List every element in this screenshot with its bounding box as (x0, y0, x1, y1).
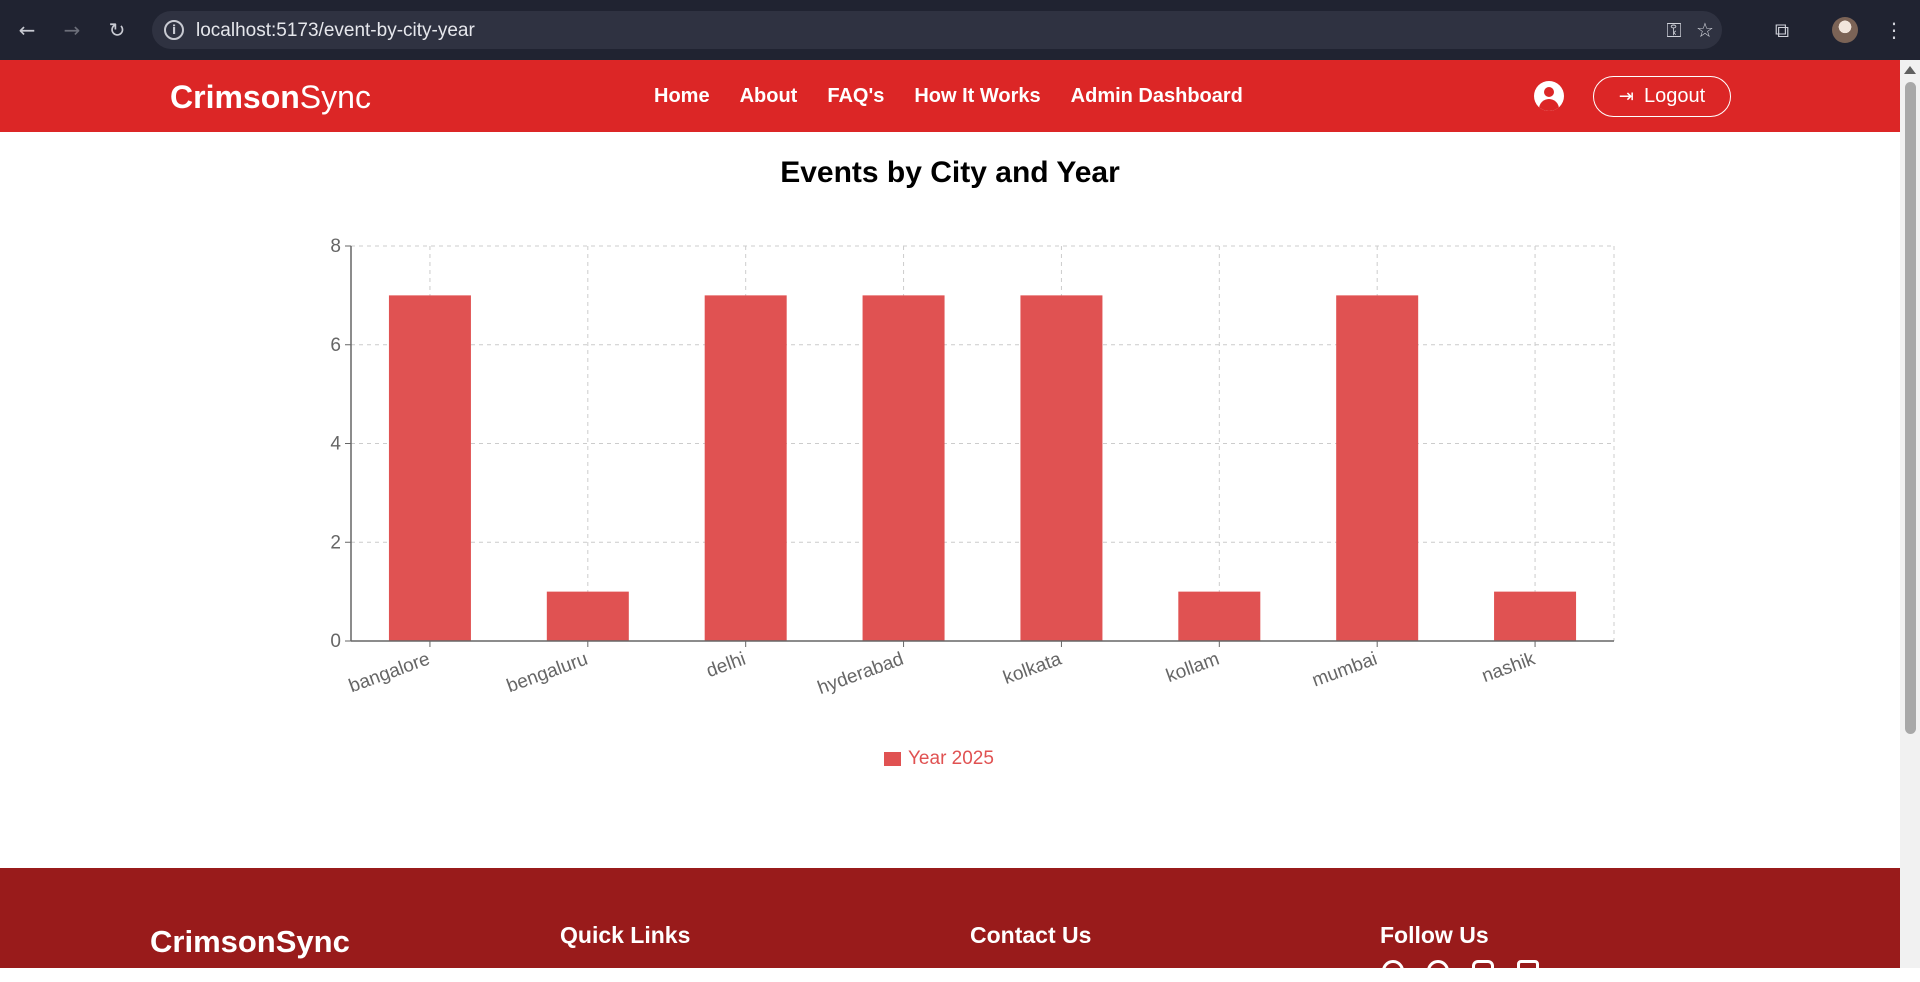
x-tick-label: nashik (1479, 648, 1538, 687)
bar-bangalore (388, 295, 471, 641)
back-arrow-icon[interactable]: ← (13, 16, 41, 44)
scroll-thumb[interactable] (1905, 82, 1916, 734)
x-tick-label: kollam (1163, 649, 1222, 688)
bar-mumbai (1336, 295, 1419, 641)
page-title: Events by City and Year (780, 156, 1120, 189)
browser-toolbar: ← → ↻ i localhost:5173/event-by-city-yea… (0, 0, 1920, 60)
bar-bengaluru (546, 591, 629, 641)
footer: CrimsonSync Quick Links Contact Us Follo… (0, 868, 1900, 982)
y-tick-label: 8 (330, 236, 341, 257)
footer-heading-contact-us: Contact Us (970, 922, 1092, 948)
facebook-icon[interactable] (1382, 960, 1404, 982)
bar-nashik (1494, 591, 1577, 641)
x-tick-label: bengaluru (504, 649, 591, 698)
x-tick-label: bangalore (346, 649, 433, 698)
y-tick-label: 4 (330, 434, 341, 455)
menu-kebab-icon[interactable]: ⋮ (1880, 16, 1908, 44)
bar-chart: 0 2 4 6 8 bangalore bengaluru delhi hyderabad kol… (330, 236, 1615, 699)
nav-home[interactable]: Home (654, 85, 710, 108)
bar-hyderabad (862, 295, 945, 641)
forward-arrow-icon[interactable]: → (58, 16, 86, 44)
footer-brand: CrimsonSync (150, 924, 350, 959)
nav-faqs[interactable]: FAQ's (827, 85, 884, 108)
footer-heading-quick-links: Quick Links (560, 922, 691, 948)
brand-light-text: Sync (299, 79, 371, 115)
app-header: CrimsonSync Home About FAQ's How It Work… (0, 60, 1900, 132)
logout-label: Logout (1643, 85, 1706, 107)
x-tick-label: mumbai (1309, 649, 1380, 692)
site-info-icon[interactable]: i (164, 20, 184, 40)
profile-avatar[interactable] (1832, 17, 1858, 43)
nav-how-it-works[interactable]: How It Works (914, 85, 1040, 108)
x-tick-label: hyderabad (815, 649, 907, 699)
bookmark-star-icon[interactable]: ☆ (1693, 18, 1717, 42)
page-scrollbar[interactable] (1900, 60, 1920, 968)
y-tick-label: 0 (330, 631, 341, 652)
logout-button[interactable]: ⇥ Logout (1593, 76, 1731, 117)
instagram-icon[interactable] (1472, 960, 1494, 982)
nav-admin-dashboard[interactable]: Admin Dashboard (1071, 85, 1243, 108)
x-tick-label: delhi (704, 649, 749, 682)
extensions-icon[interactable]: ⧉ (1768, 16, 1796, 44)
reload-icon[interactable]: ↻ (103, 16, 131, 44)
password-key-icon[interactable]: ⚿ (1662, 18, 1686, 42)
bar-kolkata (1020, 295, 1103, 641)
nav-about[interactable]: About (740, 85, 798, 108)
legend-swatch (884, 752, 901, 766)
address-bar[interactable]: i localhost:5173/event-by-city-year ⚿ ☆ (152, 11, 1722, 49)
user-profile-icon[interactable] (1534, 81, 1564, 111)
url-text[interactable]: localhost:5173/event-by-city-year (196, 20, 475, 42)
x-tick-label: kolkata (1001, 648, 1065, 688)
legend-label: Year 2025 (908, 748, 994, 769)
chart-legend[interactable]: Year 2025 (884, 748, 994, 770)
footer-heading-follow-us: Follow Us (1380, 922, 1489, 948)
brand-bold-text: Crimson (170, 79, 300, 115)
main-nav: Home About FAQ's How It Works Admin Dash… (654, 85, 1243, 108)
bar-delhi (704, 295, 787, 641)
logout-icon: ⇥ (1618, 86, 1634, 107)
brand-logo[interactable]: CrimsonSync (170, 79, 371, 116)
y-tick-label: 6 (330, 335, 341, 356)
twitter-icon[interactable] (1427, 960, 1449, 982)
linkedin-icon[interactable] (1517, 960, 1539, 982)
y-tick-label: 2 (330, 532, 341, 553)
scroll-up-arrow[interactable] (1904, 66, 1916, 74)
bar-kollam (1178, 591, 1261, 641)
